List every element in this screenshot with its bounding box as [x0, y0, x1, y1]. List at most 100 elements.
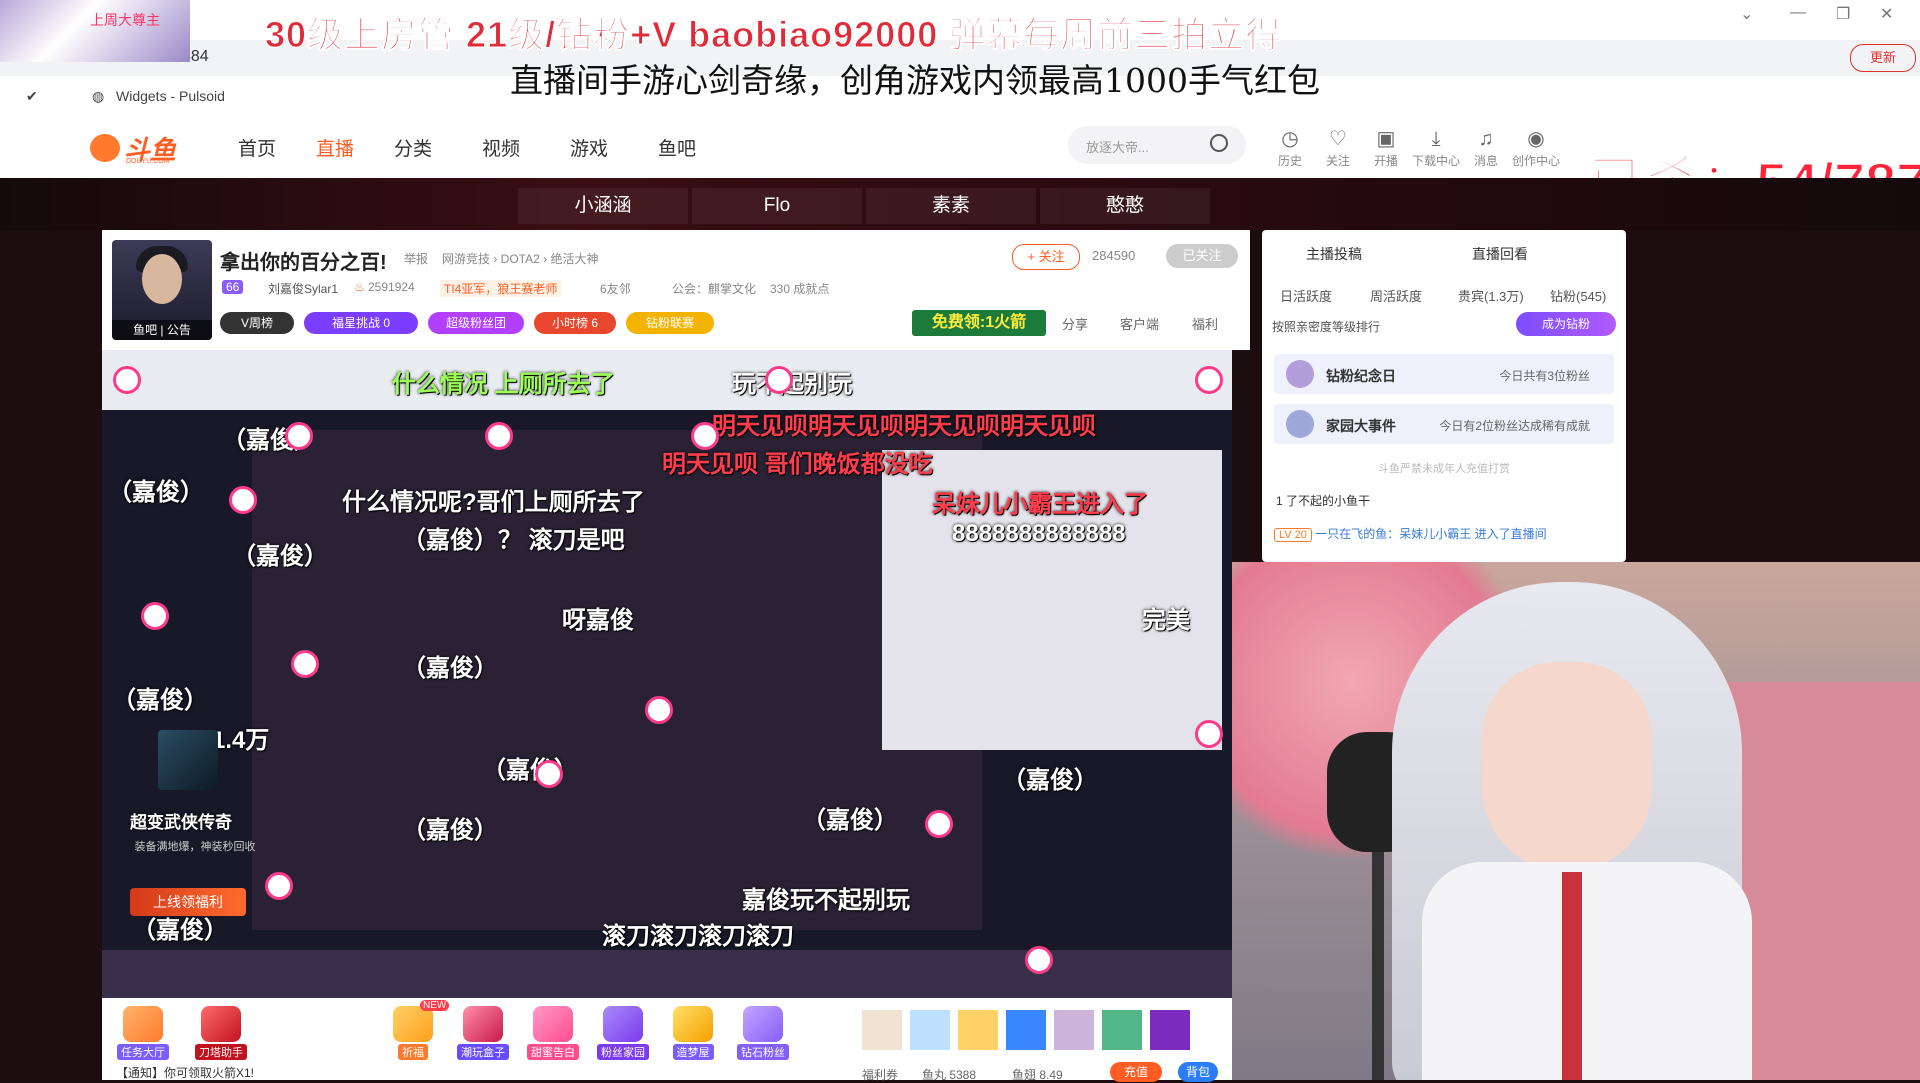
fan-home-button[interactable]: 粉丝家园 — [594, 1006, 652, 1060]
danmaku: 嘉俊玩不起别玩 — [742, 887, 910, 914]
subtab-diamond[interactable]: 钻粉(545) — [1550, 286, 1606, 305]
gift-icon[interactable] — [958, 1010, 998, 1050]
promo-button[interactable]: 上线领福利 — [130, 888, 246, 916]
become-diamond-fan-button[interactable]: 成为钻粉 — [1516, 312, 1616, 336]
hour-rank[interactable]: 小时榜 6 — [534, 312, 616, 334]
breadcrumb[interactable]: 网游竞技 › DOTA2 › 绝活大神 — [442, 250, 598, 267]
room-title: 拿出你的百分之百! — [220, 252, 387, 274]
avatar-label[interactable]: 鱼吧 | 公告 — [112, 320, 212, 340]
gift-icon[interactable] — [862, 1010, 902, 1050]
danmaku: （嘉俊） — [232, 543, 328, 570]
minimize-icon[interactable]: — — [1790, 4, 1806, 22]
subtab-daily[interactable]: 日活跃度 — [1280, 286, 1332, 305]
card-desc: 今日有2位粉丝达成稀有成就 — [1439, 419, 1590, 433]
new-badge: NEW — [420, 1000, 450, 1011]
task-icon — [123, 1006, 163, 1042]
webcam-overlay — [1232, 562, 1920, 1080]
follow-count: 284590 — [1092, 248, 1136, 263]
task-hall-button[interactable]: 任务大厅 — [114, 1006, 172, 1060]
broadcast-button[interactable]: ▣ 开播 — [1362, 126, 1410, 169]
anchor-avatar[interactable]: 鱼吧 | 公告 — [112, 240, 212, 340]
heart-gift-icon — [533, 1006, 573, 1042]
rec-item[interactable]: 憨憨 — [1040, 188, 1210, 224]
promo-subtitle: 装备满地爆，神装秒回收 — [134, 841, 256, 853]
stream-overlay-line2: 直播间手游心剑奇缘，创角游戏内领最高1000手气红包 — [510, 61, 1320, 100]
share-link[interactable]: 分享 — [1062, 314, 1088, 333]
nav-home[interactable]: 首页 — [238, 134, 276, 161]
follow-list-button[interactable]: ♡ 关注 — [1314, 126, 1362, 169]
super-fan-club[interactable]: 超级粉丝团 — [428, 312, 524, 334]
gift-icon[interactable] — [1150, 1010, 1190, 1050]
fishball-balance: 鱼丸 5388 — [922, 1068, 977, 1082]
gift-icon[interactable] — [910, 1010, 950, 1050]
creator-button[interactable]: ◉ 创作中心 — [1512, 126, 1560, 169]
subtab-vip[interactable]: 贵宾(1.3万) — [1458, 286, 1524, 305]
danmaku: 什么情况呢?哥们上厕所去了 — [342, 489, 645, 516]
bookmark-widgets[interactable]: Widgets - Pulsoid — [116, 80, 225, 112]
search-icon[interactable] — [1210, 134, 1228, 152]
video-player[interactable]: 什么情况 上厕所去了 （嘉俊） 玩不起别玩 明天见呗明天见呗明天见呗明天见呗 明… — [102, 350, 1232, 998]
dota-helper-button[interactable]: 刀塔助手 — [192, 1006, 250, 1060]
charge-button[interactable]: 充值 — [1110, 1062, 1162, 1082]
toy-box-button[interactable]: 潮玩盒子 — [454, 1006, 512, 1060]
achievements[interactable]: 330 成就点 — [770, 280, 829, 297]
clock-icon: ◷ — [1281, 128, 1299, 150]
client-link[interactable]: 客户端 — [1120, 314, 1159, 333]
download-button[interactable]: ⤓ 下载中心 — [1412, 126, 1460, 169]
diamond-icon — [743, 1006, 783, 1042]
sweet-confess-button[interactable]: 甜蜜告白 — [524, 1006, 582, 1060]
gift-icon[interactable] — [1054, 1010, 1094, 1050]
danmaku: （嘉俊） — [402, 655, 498, 682]
lucky-challenge[interactable]: 福星挑战 0 — [304, 312, 418, 334]
rec-item[interactable]: Flo — [692, 188, 862, 224]
diamond-fan-button[interactable]: 钻石粉丝 — [734, 1006, 792, 1060]
home-event-card[interactable]: 家园大事件 今日有2位粉丝达成稀有成就 — [1274, 404, 1614, 444]
close-icon[interactable]: ✕ — [1880, 4, 1893, 24]
subtab-weekly[interactable]: 周活跃度 — [1370, 286, 1422, 305]
free-rocket-button[interactable]: 免费领:1火箭 — [912, 310, 1046, 336]
danmaku: （嘉俊） — [802, 807, 898, 834]
nav-video[interactable]: 视频 — [482, 134, 520, 161]
promo-title: 超变武侠传奇 — [130, 813, 232, 832]
nav-category[interactable]: 分类 — [394, 134, 432, 161]
pray-button[interactable]: 祈福 — [384, 1006, 442, 1060]
notice-text[interactable]: 【通知】你可领取火箭X1! — [116, 1064, 254, 1081]
tab-replay[interactable]: 直播回看 — [1472, 244, 1528, 264]
gift-icon[interactable] — [1102, 1010, 1142, 1050]
report-link[interactable]: 举报 — [404, 250, 428, 267]
welfare-coupon[interactable]: 福利券 — [862, 1066, 898, 1083]
danmaku: （嘉俊） — [222, 427, 318, 454]
followed-button[interactable]: 已关注 — [1166, 244, 1238, 268]
dream-house-button[interactable]: 造梦屋 — [664, 1006, 722, 1060]
history-button[interactable]: ◷ 历史 — [1266, 126, 1314, 169]
douyu-logo[interactable]: 斗鱼 DOUYU.COM — [88, 128, 176, 165]
update-button[interactable]: 更新 — [1850, 44, 1916, 72]
guild[interactable]: 公会：麒掌文化 — [672, 280, 756, 297]
fish-logo-icon — [90, 134, 120, 162]
flame-icon: ♨ — [354, 280, 365, 294]
rank-row[interactable]: 1 了不起的小鱼干 — [1276, 492, 1370, 509]
friends-count[interactable]: 6友邻 — [600, 280, 631, 297]
nav-live[interactable]: 直播 — [316, 134, 354, 161]
message-button[interactable]: ♫ 消息 — [1462, 126, 1510, 169]
nav-game[interactable]: 游戏 — [570, 134, 608, 161]
backpack-button[interactable]: 背包 — [1178, 1062, 1218, 1082]
maximize-icon[interactable]: ❐ — [1836, 4, 1850, 24]
welfare-link[interactable]: 福利 — [1192, 314, 1218, 333]
diamond-anniversary-card[interactable]: 钻粉纪念日 今日共有3位粉丝 — [1274, 354, 1614, 394]
follow-button[interactable]: + 关注 — [1012, 244, 1080, 270]
nav-fishbar[interactable]: 鱼吧 — [658, 134, 696, 161]
diamond-league[interactable]: 钻粉联赛 — [626, 312, 714, 334]
tab-anchor-post[interactable]: 主播投稿 — [1306, 244, 1362, 264]
bookmark-icon[interactable]: ✔ — [26, 80, 38, 112]
danmaku: 8888888888888 — [952, 520, 1126, 547]
weekly-v-rank[interactable]: V周榜 — [220, 312, 294, 334]
game-promo-image[interactable] — [158, 730, 218, 790]
rec-item[interactable]: 小涵涵 — [518, 188, 688, 224]
danmaku: 明天见呗 哥们晚饭都没吃 — [662, 451, 933, 478]
rocket-icon[interactable] — [1006, 1010, 1046, 1050]
rec-item[interactable]: 素素 — [866, 188, 1036, 224]
chevron-down-icon[interactable]: ⌄ — [1740, 4, 1753, 24]
anchor-name[interactable]: 刘嘉俊Sylar1 — [268, 280, 338, 297]
user-level: LV 20 — [1274, 528, 1312, 542]
